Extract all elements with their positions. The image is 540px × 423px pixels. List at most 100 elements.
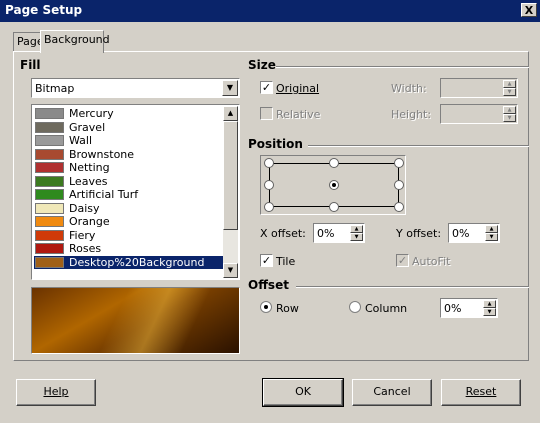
close-icon: X xyxy=(524,4,534,17)
y-offset-value: 0% xyxy=(452,227,470,240)
bitmap-label: Roses xyxy=(69,242,102,255)
bitmap-swatch xyxy=(35,108,64,119)
relative-checkbox[interactable] xyxy=(260,107,273,120)
position-center[interactable] xyxy=(329,180,339,190)
bitmap-swatch xyxy=(35,202,64,214)
list-item[interactable]: Desktop%20Background xyxy=(34,255,223,269)
chevron-down-icon[interactable]: ▼ xyxy=(222,80,238,96)
window-title: Page Setup xyxy=(5,3,83,17)
bitmap-swatch xyxy=(35,243,64,254)
bitmap-label: Artificial Turf xyxy=(69,188,139,201)
bitmap-label: Mercury xyxy=(69,107,114,120)
x-offset-field[interactable]: 0% ▲ ▼ xyxy=(313,223,365,243)
bitmap-swatch xyxy=(35,162,64,173)
row-label: Row xyxy=(276,302,299,315)
position-right[interactable] xyxy=(394,180,404,190)
bitmap-preview xyxy=(31,287,240,354)
position-bottom-right[interactable] xyxy=(394,202,404,212)
x-offset-spinner[interactable]: ▲ ▼ xyxy=(350,225,363,241)
list-item[interactable]: Fiery xyxy=(34,229,223,242)
fill-type-select[interactable]: Bitmap ▼ xyxy=(31,78,240,98)
size-separator xyxy=(276,66,529,68)
height-field[interactable]: ▲ ▼ xyxy=(440,104,518,124)
bitmap-swatch xyxy=(35,229,64,241)
ok-button[interactable]: OK xyxy=(262,378,344,407)
original-label: Original xyxy=(276,82,320,95)
width-spinner[interactable]: ▲ ▼ xyxy=(503,80,516,96)
position-top[interactable] xyxy=(329,158,339,168)
width-label: Width: xyxy=(391,82,427,95)
bitmap-swatch xyxy=(35,256,64,268)
size-heading: Size xyxy=(248,58,276,72)
height-label: Height: xyxy=(391,108,432,121)
fill-heading: Fill xyxy=(20,58,41,72)
bitmap-label: Orange xyxy=(69,215,110,228)
y-offset-spinner[interactable]: ▲ ▼ xyxy=(485,225,498,241)
position-top-right[interactable] xyxy=(394,158,404,168)
list-item[interactable]: Brownstone xyxy=(34,148,223,161)
list-item[interactable]: Orange xyxy=(34,215,223,228)
autofit-label: AutoFit xyxy=(412,255,451,268)
fill-type-value: Bitmap xyxy=(35,82,75,95)
width-field[interactable]: ▲ ▼ xyxy=(440,78,518,98)
position-top-left[interactable] xyxy=(264,158,274,168)
cancel-button[interactable]: Cancel xyxy=(352,379,432,406)
x-offset-value: 0% xyxy=(317,227,335,240)
bitmap-label: Brownstone xyxy=(69,147,135,161)
column-label: Column xyxy=(365,302,408,315)
bitmap-label: Desktop%20Background xyxy=(69,255,205,269)
offset-spinner[interactable]: ▲ ▼ xyxy=(483,300,496,316)
autofit-checkbox[interactable]: ✓ xyxy=(396,254,409,267)
offset-separator xyxy=(296,286,529,288)
position-bottom[interactable] xyxy=(329,202,339,212)
list-scrollbar[interactable]: ▲ ▼ xyxy=(223,106,238,278)
bitmap-swatch xyxy=(35,148,64,160)
offset-heading: Offset xyxy=(248,278,289,292)
bitmap-label: Wall xyxy=(69,134,93,147)
list-item[interactable]: Daisy xyxy=(34,202,223,215)
bitmap-swatch xyxy=(35,189,64,200)
close-button[interactable]: X xyxy=(521,3,537,17)
list-item[interactable]: Netting xyxy=(34,161,223,174)
relative-label: Relative xyxy=(276,108,321,121)
y-offset-field[interactable]: 0% ▲ ▼ xyxy=(448,223,500,243)
bitmap-swatch xyxy=(35,121,64,133)
y-offset-label: Y offset: xyxy=(396,227,442,240)
list-item[interactable]: Wall xyxy=(34,134,223,147)
scroll-down-icon[interactable]: ▼ xyxy=(223,263,238,278)
height-spinner[interactable]: ▲ ▼ xyxy=(503,106,516,122)
column-radio[interactable] xyxy=(349,301,361,313)
bitmap-label: Fiery xyxy=(69,228,96,242)
help-button[interactable]: Help xyxy=(16,379,96,406)
bitmap-label: Gravel xyxy=(69,120,106,134)
reset-button[interactable]: Reset xyxy=(441,379,521,406)
x-offset-label: X offset: xyxy=(260,227,306,240)
list-item[interactable]: Roses xyxy=(34,242,223,255)
list-item[interactable]: Leaves xyxy=(34,175,223,188)
row-radio[interactable] xyxy=(260,301,272,313)
list-item[interactable]: Artificial Turf xyxy=(34,188,223,201)
bitmap-list[interactable]: Mercury Gravel Wall Brownstone Netting Leaves… xyxy=(31,104,240,280)
bitmap-label: Leaves xyxy=(69,174,108,188)
position-heading: Position xyxy=(248,137,303,151)
bitmap-label: Netting xyxy=(69,161,110,174)
bitmap-label: Daisy xyxy=(69,201,100,215)
position-separator xyxy=(308,145,529,147)
offset-field[interactable]: 0% ▲ ▼ xyxy=(440,298,498,318)
bitmap-swatch xyxy=(35,175,64,187)
position-bottom-left[interactable] xyxy=(264,202,274,212)
tab-background[interactable]: Background xyxy=(40,30,110,53)
position-grid[interactable] xyxy=(260,155,406,215)
position-left[interactable] xyxy=(264,180,274,190)
list-item[interactable]: Mercury xyxy=(34,107,223,120)
scroll-thumb[interactable] xyxy=(223,121,238,230)
list-item[interactable]: Gravel xyxy=(34,121,223,134)
bitmap-swatch xyxy=(35,216,64,227)
offset-value: 0% xyxy=(444,302,462,315)
tile-checkbox[interactable]: ✓ xyxy=(260,254,273,267)
original-checkbox[interactable]: ✓ xyxy=(260,81,273,94)
title-bar: Page Setup X xyxy=(0,0,540,22)
tile-label: Tile xyxy=(276,255,296,268)
tab-page[interactable]: Page xyxy=(13,32,44,52)
scroll-up-icon[interactable]: ▲ xyxy=(223,106,238,121)
